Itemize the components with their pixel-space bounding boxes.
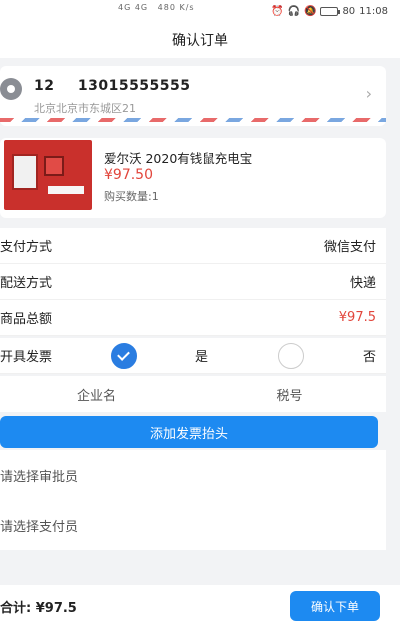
delivery-method-row[interactable]: 配送方式 快递 <box>0 264 386 300</box>
order-total: 合计: ¥97.5 <box>0 600 77 616</box>
status-time: 11:08 <box>359 5 388 17</box>
delivery-method-value: 快递 <box>349 276 376 291</box>
address-name: 12 <box>34 78 55 94</box>
airmail-divider <box>0 118 386 122</box>
address-phone: 13015555555 <box>77 78 191 94</box>
product-price: ¥97.50 <box>104 167 153 183</box>
select-approver-placeholder: 请选择审批员 <box>0 469 79 485</box>
invoice-row: 开具发票 是 否 <box>0 338 386 374</box>
chevron-right-icon: › <box>365 84 372 103</box>
product-quantity: 购买数量:1 <box>104 190 159 203</box>
status-signal: 4G 4G <box>118 3 149 12</box>
headphones-icon: 🎧 <box>287 5 300 17</box>
alarm-icon: ⏰ <box>271 5 284 17</box>
mute-icon: 🔕 <box>303 5 317 17</box>
goods-total-row: 商品总额 ¥97.5 <box>0 300 386 336</box>
page-title: 确认订单 <box>172 33 228 49</box>
payment-method-value: 微信支付 <box>323 240 376 255</box>
payment-method-row[interactable]: 支付方式 微信支付 <box>0 228 386 264</box>
address-name-line: 12 13015555555 <box>34 78 191 94</box>
invoice-table-header: 企业名 税号 <box>0 376 386 412</box>
payment-method-label: 支付方式 <box>0 240 53 255</box>
invoice-company-column: 企业名 <box>76 388 116 404</box>
address-detail: 北京北京市东城区21 <box>34 102 136 115</box>
select-payer-placeholder: 请选择支付员 <box>0 519 79 535</box>
address-card[interactable]: 12 13015555555 北京北京市东城区21 › <box>0 66 386 126</box>
status-network: 4G 4G 480 K/s <box>118 3 195 12</box>
invoice-yes-label: 是 <box>194 350 208 365</box>
goods-total-value: ¥97.5 <box>338 310 376 325</box>
product-name: 爱尔沃 2020有钱鼠充电宝 <box>104 151 253 166</box>
select-approver-field[interactable]: 请选择审批员 <box>0 450 386 500</box>
battery-level: 80 <box>342 5 356 17</box>
product-image <box>4 140 92 210</box>
confirm-order-button[interactable]: 确认下单 <box>290 591 380 621</box>
invoice-no-radio[interactable] <box>278 342 305 369</box>
invoice-label: 开具发票 <box>0 350 53 365</box>
goods-total-label: 商品总额 <box>0 312 53 327</box>
select-payer-field[interactable]: 请选择支付员 <box>0 500 386 550</box>
battery-icon <box>320 6 341 16</box>
location-icon <box>0 78 22 100</box>
navigation-bar: 确认订单 <box>0 22 400 58</box>
add-invoice-title-button[interactable]: 添加发票抬头 <box>0 416 378 448</box>
status-bar: 4G 4G 480 K/s ⏰ 🎧 🔕 80 11:08 <box>0 0 400 22</box>
invoice-tax-column: 税号 <box>276 388 303 404</box>
invoice-no-label: 否 <box>362 350 376 365</box>
status-speed: 480 K/s <box>157 3 195 12</box>
product-card[interactable]: 爱尔沃 2020有钱鼠充电宝 ¥97.50 购买数量:1 <box>0 138 386 218</box>
delivery-method-label: 配送方式 <box>0 276 53 291</box>
status-right: ⏰ 🎧 🔕 80 11:08 <box>271 6 388 17</box>
bottom-bar: 合计: ¥97.5 确认下单 <box>0 585 400 627</box>
invoice-yes-radio[interactable] <box>110 342 137 369</box>
